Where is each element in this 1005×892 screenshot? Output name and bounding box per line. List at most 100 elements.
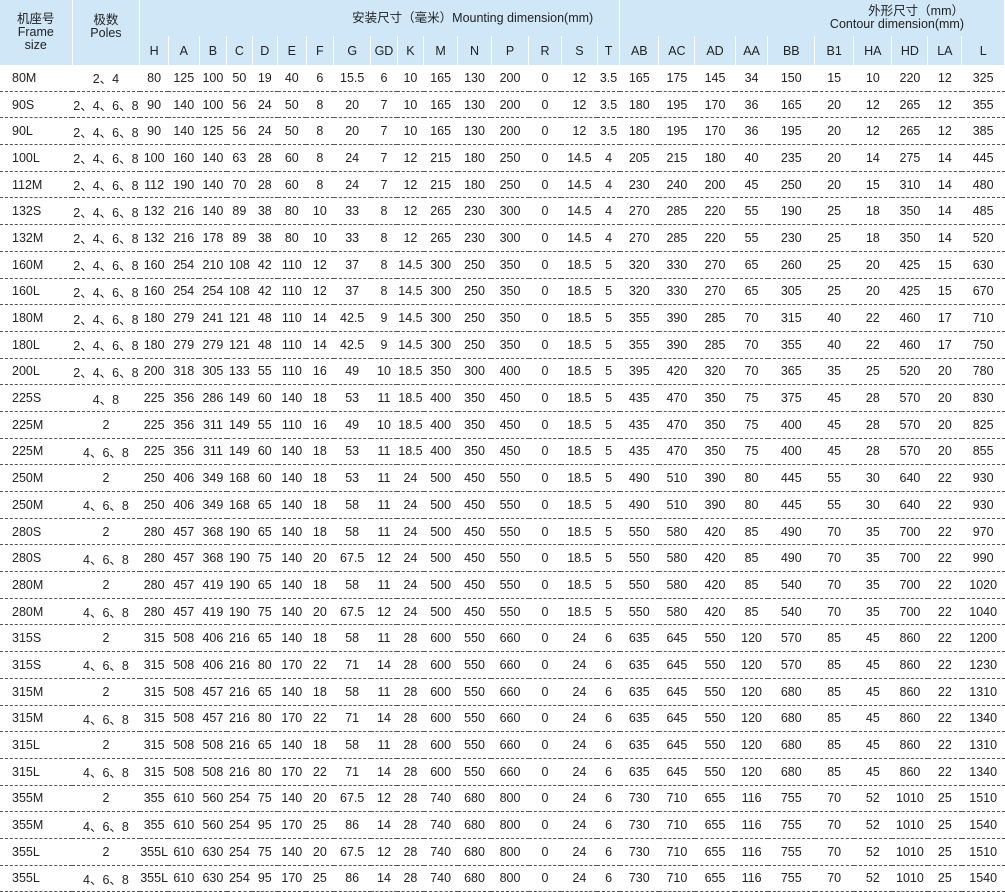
dimension-cell: 550 <box>619 544 659 573</box>
dimension-cell: 165 <box>423 117 458 146</box>
dimension-cell: 645 <box>658 678 695 706</box>
dimension-cell: 20 <box>814 91 854 119</box>
column-header-row: H A B C D E F G GD K M N P R S T AB AC AD AA BB B1 HA HD LA L <box>0 36 1005 65</box>
dimension-cell: 508 <box>168 678 200 706</box>
table-row: 280M 2 280 457 419 190 65 140 18 58 11 24 500 450 550 0… <box>0 571 1005 599</box>
dimension-cell: 645 <box>658 758 695 786</box>
dimension-cell: 7 <box>370 171 398 199</box>
dimension-cell: 65 <box>252 518 278 546</box>
dimension-cell: 178 <box>199 224 227 252</box>
dimension-cell: 50 <box>277 91 307 119</box>
dimension-cell: 610 <box>168 838 200 866</box>
dimension-cell: 635 <box>619 678 659 706</box>
dimension-cell: 24 <box>561 705 598 733</box>
dimension-cell: 311 <box>199 411 227 439</box>
dimension-cell: 700 <box>891 518 928 546</box>
dimension-cell: 70 <box>226 171 253 199</box>
dimension-cell: 36 <box>735 117 768 146</box>
table-row: 355L 2 355L 610 630 254 75 140 20 67.5 12 28 740 680 8… <box>0 838 1005 866</box>
dimension-cell: 500 <box>423 571 458 599</box>
dimension-cell: 0 <box>528 278 562 306</box>
dimension-cell: 18 <box>306 491 334 519</box>
dimension-cell: 14 <box>306 304 334 332</box>
dimension-cell: 120 <box>735 624 768 653</box>
dimension-cell: 14 <box>927 197 962 226</box>
dimension-cell: 406 <box>199 651 227 679</box>
dimension-cell: 0 <box>528 144 562 172</box>
dimension-cell: 18.5 <box>561 598 598 626</box>
dimension-cell: 28 <box>397 758 424 786</box>
dimension-cell: 0 <box>528 224 562 252</box>
dimension-cell: 15 <box>814 65 854 92</box>
dimension-cell: 14 <box>370 758 398 786</box>
dimension-cell: 165 <box>767 91 815 119</box>
dimension-cell: 315 <box>139 678 169 706</box>
dimension-cell: 550 <box>619 598 659 626</box>
dimension-cell: 390 <box>694 491 736 519</box>
dimension-cell: 52 <box>853 811 892 839</box>
dimension-cell: 71 <box>333 705 371 733</box>
dimension-cell: 550 <box>491 571 529 599</box>
dimension-cell: 349 <box>199 491 227 519</box>
dimension-cell: 12 <box>853 91 892 119</box>
dimension-cell: 635 <box>619 705 659 733</box>
dimension-cell: 28 <box>397 705 424 733</box>
dimension-cell: 406 <box>168 491 200 519</box>
dimension-cell: 52 <box>853 838 892 866</box>
dimension-cell: 550 <box>694 731 736 759</box>
dimension-cell: 550 <box>619 571 659 599</box>
frame-size-cell: 225M <box>0 411 73 439</box>
dimension-cell: 500 <box>423 464 458 492</box>
dimension-cell: 680 <box>457 785 492 813</box>
dimension-cell: 65 <box>252 731 278 759</box>
dimension-cell: 5 <box>597 251 620 279</box>
dimension-cell: 5 <box>597 331 620 359</box>
frame-size-cell: 225M <box>0 438 73 466</box>
dimension-cell: 311 <box>199 438 227 466</box>
dimension-cell: 20 <box>927 358 962 386</box>
dimension-cell: 356 <box>168 411 200 439</box>
dimension-cell: 368 <box>199 518 227 546</box>
dimension-cell: 58 <box>333 491 371 519</box>
dimension-cell: 35 <box>853 518 892 546</box>
dimension-cell: 420 <box>694 518 736 546</box>
dimension-cell: 12 <box>397 171 424 199</box>
dimension-cell: 18 <box>306 518 334 546</box>
dimension-cell: 18 <box>853 224 892 252</box>
column-header-c: C <box>226 36 253 65</box>
dimension-cell: 780 <box>961 358 1005 386</box>
contour-dimension-header: 外形尺寸（mm） Contour dimension(mm) <box>619 0 1005 36</box>
dimension-cell: 80 <box>139 65 169 92</box>
dimension-cell: 450 <box>491 384 529 412</box>
dimension-cell: 12 <box>397 197 424 226</box>
dimension-cell: 220 <box>694 224 736 252</box>
dimension-cell: 22 <box>927 464 962 492</box>
dimension-cell: 100 <box>199 91 227 119</box>
dimension-cell: 570 <box>891 384 928 412</box>
frame-size-cell: 315M <box>0 678 73 706</box>
dimension-cell: 350 <box>694 411 736 439</box>
dimension-cell: 241 <box>199 304 227 332</box>
dimension-cell: 730 <box>619 811 659 839</box>
dimension-cell: 860 <box>891 624 928 653</box>
dimension-cell: 660 <box>491 624 529 653</box>
dimension-cell: 12 <box>927 117 962 146</box>
dimension-cell: 22 <box>306 651 334 679</box>
poles-cell: 4、6、8 <box>72 705 140 733</box>
table-row: 180L 2、4、6、8 180 279 279 121 48 110 14 42.5 9 14.5 3… <box>0 331 1005 359</box>
dimension-cell: 355 <box>619 304 659 332</box>
dimension-cell: 400 <box>423 438 458 466</box>
dimension-cell: 14 <box>306 331 334 359</box>
dimension-cell: 6 <box>597 865 620 892</box>
dimension-cell: 0 <box>528 91 562 119</box>
dimension-cell: 22 <box>927 705 962 733</box>
dimension-cell: 1510 <box>961 838 1005 866</box>
dimension-cell: 28 <box>397 838 424 866</box>
dimension-cell: 1020 <box>961 571 1005 599</box>
dimension-cell: 5 <box>597 571 620 599</box>
dimension-cell: 350 <box>694 384 736 412</box>
dimension-cell: 190 <box>767 197 815 226</box>
frame-size-cell: 315M <box>0 705 73 733</box>
table-row: 132S 2、4、6、8 132 216 140 89 38 80 10 33 8 12 265 230 3… <box>0 197 1005 226</box>
frame-size-cell: 355L <box>0 865 73 892</box>
